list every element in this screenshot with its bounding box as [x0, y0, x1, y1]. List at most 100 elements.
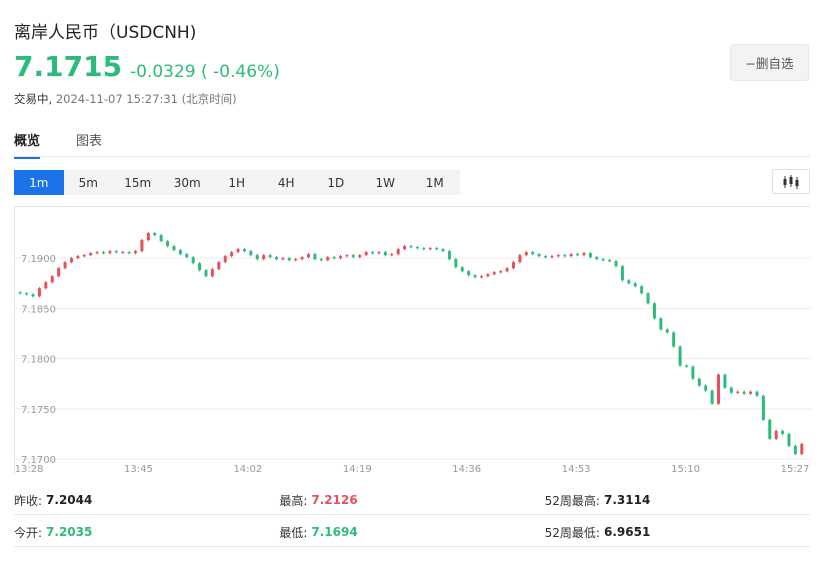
candle-body [761, 395, 765, 420]
stat-label: 昨收: [14, 493, 43, 508]
candle-body [793, 445, 797, 454]
candle-body [691, 366, 695, 379]
stat-value: 7.3114 [603, 493, 651, 507]
x-tick-label: 14:53 [562, 464, 591, 475]
period-30m[interactable]: 30m [163, 170, 213, 195]
candle-body [294, 259, 298, 261]
candle-body [569, 254, 573, 257]
candle-body [787, 433, 791, 446]
candle-body [191, 257, 195, 264]
price-chart[interactable]: 7.1900 7.1850 7.1800 7.1750 7.1700 13:28 13:4… [14, 206, 811, 475]
candle-body [781, 430, 785, 434]
candle-body [672, 332, 676, 347]
candle-body [25, 293, 29, 295]
candle-body [704, 385, 708, 391]
period-1d[interactable]: 1D [311, 170, 361, 195]
view-tabs: 概览 图表 [14, 130, 102, 159]
candle-body [306, 254, 310, 258]
stat-52w-high: 52周最高: 7.3114 [545, 486, 810, 514]
candle-body [454, 259, 458, 268]
candle-body [460, 267, 464, 272]
candle-body [153, 233, 157, 236]
candle-body [678, 346, 682, 366]
period-1mo[interactable]: 1M [410, 170, 460, 195]
period-4h[interactable]: 4H [262, 170, 312, 195]
candle-body [627, 280, 631, 284]
candle-body [550, 256, 554, 258]
tab-overview[interactable]: 概览 [14, 130, 41, 159]
candle-body [121, 252, 125, 254]
candle-body [390, 254, 394, 256]
candle-body [518, 255, 522, 263]
stat-value: 7.1694 [311, 525, 358, 539]
candle-body [492, 272, 496, 275]
candle-body [403, 246, 407, 250]
candle-body [242, 249, 246, 252]
stat-value: 7.2126 [311, 493, 358, 507]
x-axis-ticks: 13:28 13:45 14:02 14:19 14:36 14:53 15:10 15:27 [15, 464, 809, 475]
candle-body [697, 378, 701, 386]
candle-body [473, 275, 477, 278]
candle-body [134, 251, 138, 254]
remove-watchlist-button[interactable]: −删自选 [730, 44, 809, 81]
period-1h[interactable]: 1H [212, 170, 262, 195]
candle-body [44, 282, 48, 289]
candle-body [531, 252, 535, 255]
period-15m[interactable]: 15m [113, 170, 163, 195]
candle-body [588, 253, 592, 258]
x-tick-label: 14:19 [343, 464, 372, 475]
candle-body [447, 251, 451, 260]
candle-body [82, 255, 86, 257]
status-timestamp: 2024-11-07 15:27:31 (北京时间) [55, 92, 237, 106]
stats-row-2: 今开: 7.2035 最低: 7.1694 52周最低: 6.9651 [14, 518, 810, 547]
candle-body [479, 276, 483, 278]
trading-status: 交易中, 2024-11-07 15:27:31 (北京时间) [14, 91, 237, 107]
candle-body [710, 390, 714, 404]
stat-high: 最高: 7.2126 [279, 486, 544, 514]
candle-body [768, 419, 772, 439]
candle-body [230, 252, 234, 257]
candle-body [563, 255, 567, 257]
period-1w[interactable]: 1W [361, 170, 411, 195]
candle-body [415, 247, 419, 249]
x-tick-label: 14:36 [452, 464, 481, 475]
status-trading-label: 交易中, [14, 92, 53, 106]
candle-body [166, 241, 170, 247]
candle-body [499, 271, 503, 273]
candle-body [185, 254, 189, 258]
candle-body [76, 256, 80, 259]
candle-body [210, 269, 214, 277]
candle-body [345, 255, 349, 257]
x-tick-label: 13:28 [15, 464, 43, 475]
candle-body [332, 257, 336, 259]
stat-label: 52周最低: [544, 525, 600, 540]
candle-body [339, 256, 343, 259]
candle-body [736, 391, 740, 393]
candle-body [524, 252, 528, 256]
candle-body [140, 240, 144, 252]
candle-body [422, 248, 426, 250]
candle-body [313, 254, 317, 260]
candle-body [262, 255, 266, 260]
candle-body [377, 252, 381, 254]
candle-body [326, 257, 330, 261]
candle-body [223, 256, 227, 263]
y-tick-label: 7.1900 [21, 254, 56, 265]
stat-label: 最高: [279, 493, 308, 508]
x-tick-label: 15:27 [781, 464, 810, 475]
candle-body [595, 257, 599, 260]
candle-body [729, 387, 733, 393]
chart-type-button[interactable] [772, 169, 810, 194]
candle-body [319, 259, 323, 261]
stats-row-1: 昨收: 7.2044 最高: 7.2126 52周最高: 7.3114 [14, 486, 810, 515]
tab-chart[interactable]: 图表 [76, 130, 102, 159]
candle-body [217, 262, 221, 270]
candle-body [396, 249, 400, 255]
stat-label: 最低: [279, 525, 308, 540]
candlestick-icon [783, 174, 799, 189]
period-5m[interactable]: 5m [64, 170, 114, 195]
period-1m[interactable]: 1m [14, 170, 64, 195]
candle-body [351, 255, 355, 258]
candle-body [172, 246, 176, 251]
candle-body [281, 258, 285, 260]
